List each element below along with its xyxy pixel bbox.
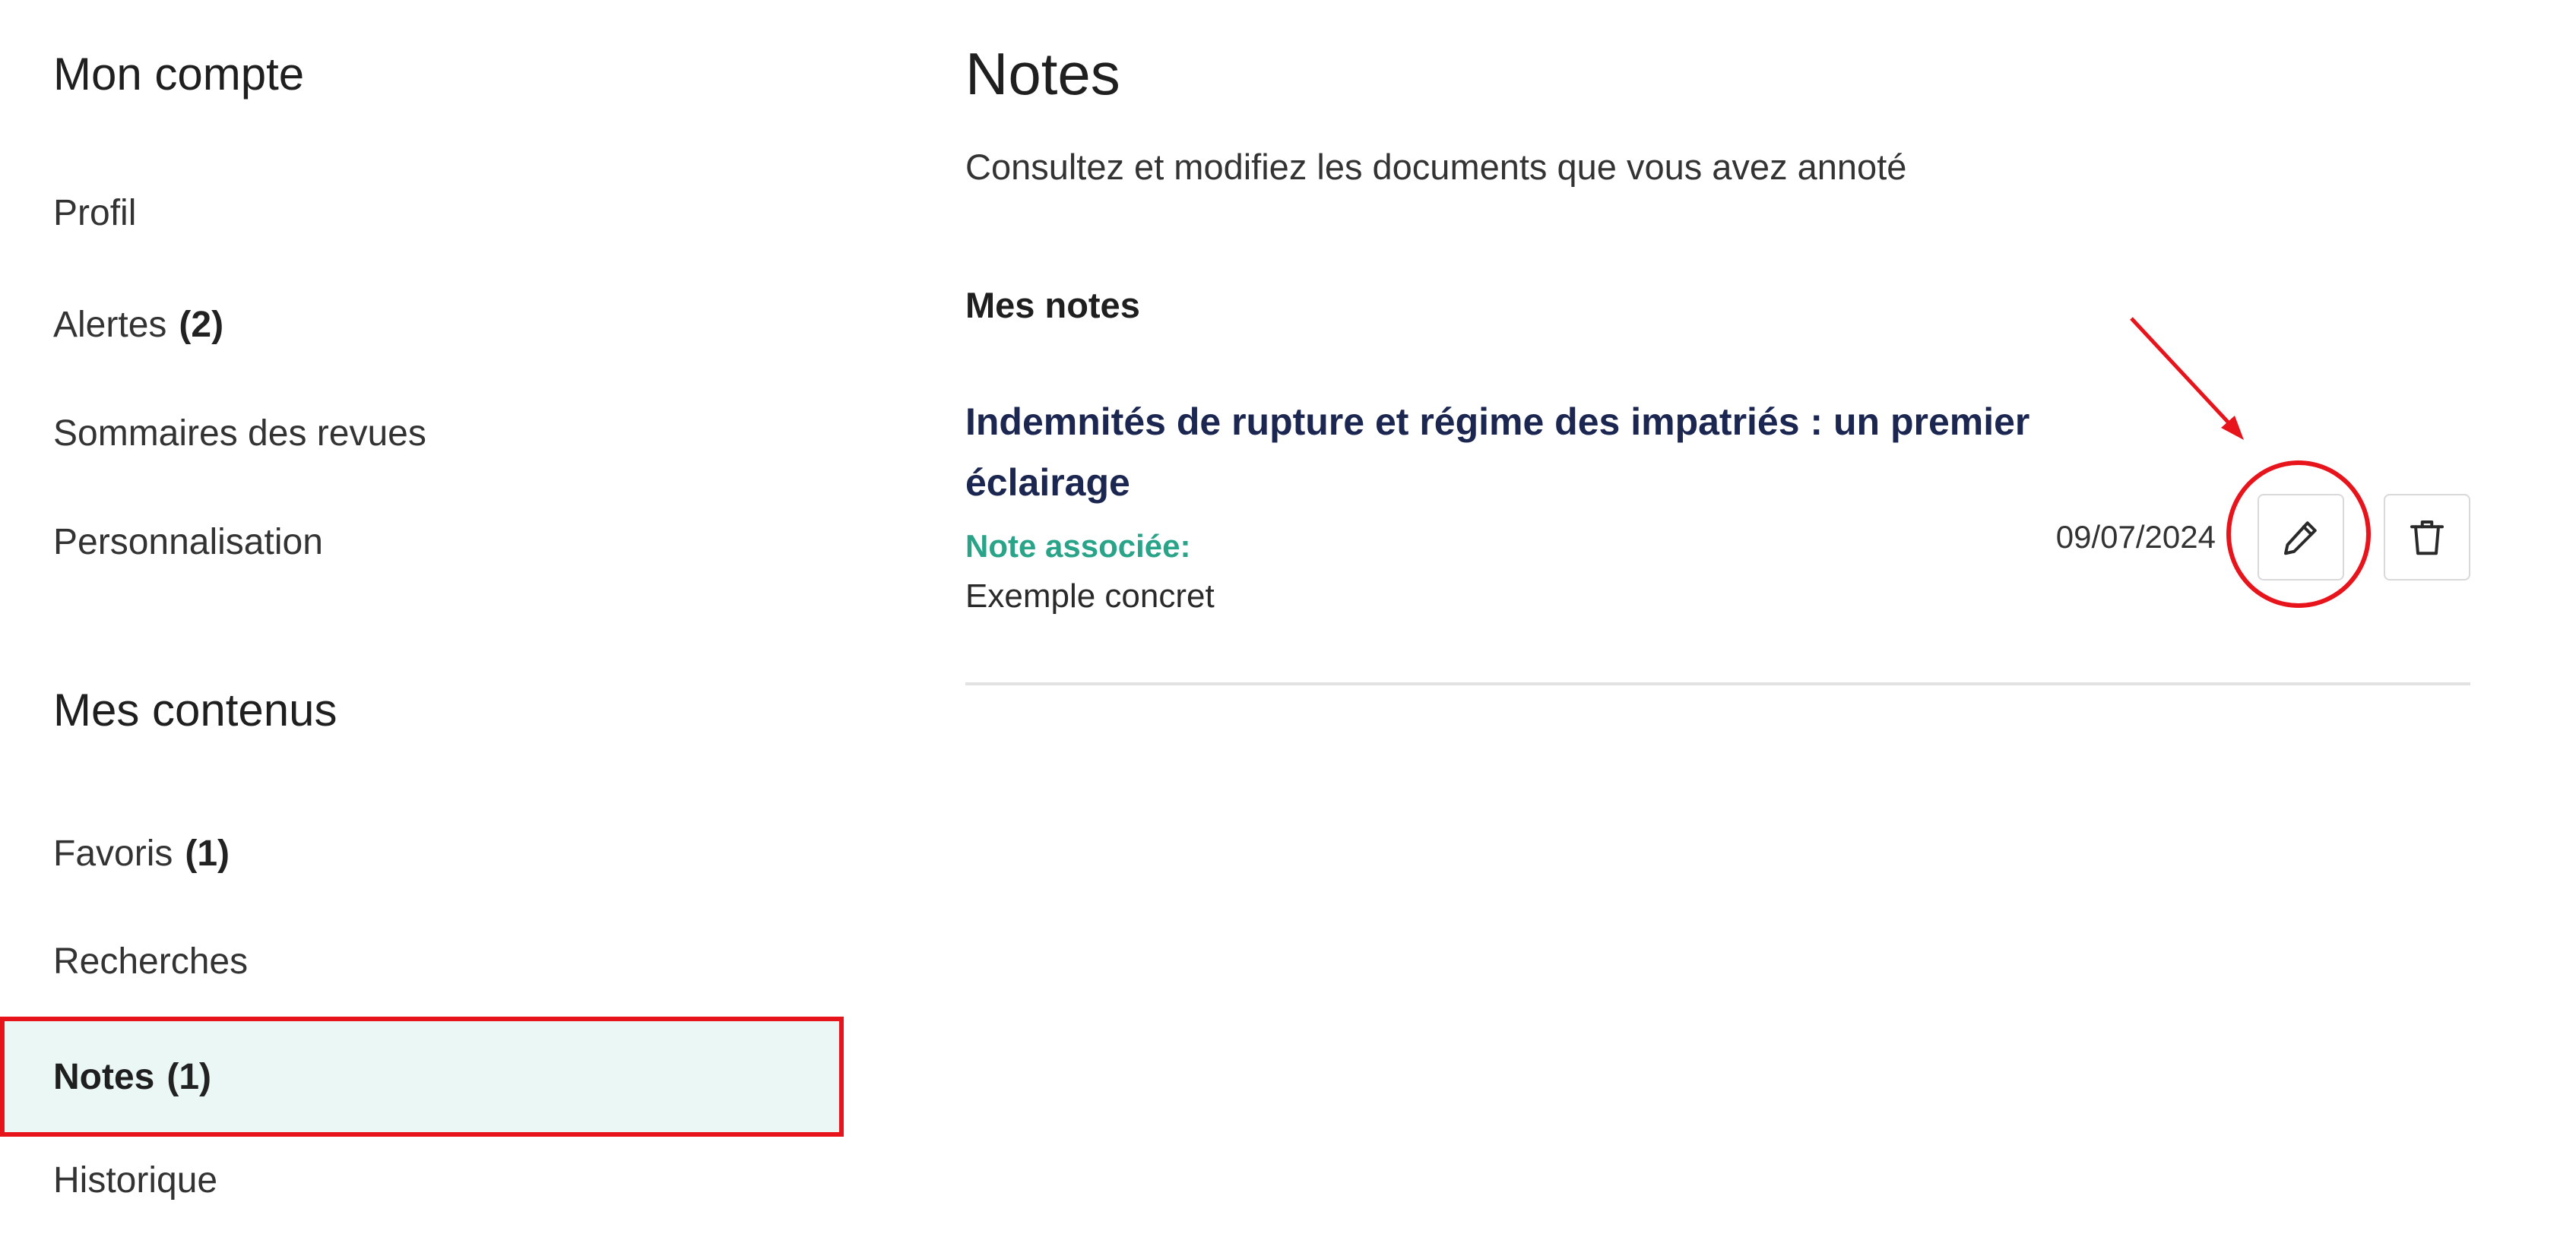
notes-section-label: Mes notes [965,285,1140,325]
account-section-title: Mon compte [53,49,305,100]
sidebar-item-label: Sommaires des revues [53,413,426,454]
note-divider [965,682,2470,685]
sidebar-item-profil[interactable]: Profil [0,156,844,270]
sidebar-item-label: Profil [53,192,137,233]
sidebar-item-favoris[interactable]: Favoris (1) [0,796,844,910]
sidebar-item-recherches[interactable]: Recherches [0,904,844,1018]
sidebar-item-historique[interactable]: Historique [0,1123,844,1237]
note-associated-label: Note associée: [965,528,1191,564]
note-row: Indemnités de rupture et régime des impa… [965,391,2470,684]
sidebar-item-alertes[interactable]: Alertes (2) [0,267,844,381]
sidebar-item-label: Historique [53,1159,218,1201]
note-date: 09/07/2024 [2055,519,2216,555]
sidebar: Mon compte Profil Alertes (2) Sommaires … [0,0,844,1209]
edit-note-button[interactable] [2258,494,2344,581]
trash-icon [2410,520,2444,555]
note-document-title-link[interactable]: Indemnités de rupture et régime des impa… [965,391,2045,513]
sidebar-item-notes[interactable]: Notes (1) [0,1017,844,1137]
page-subtitle: Consultez et modifiez les documents que … [965,147,1907,187]
content-section-title: Mes contenus [53,685,337,736]
sidebar-item-label: Personnalisation [53,521,323,562]
note-associated-text: Exemple concret [965,577,1215,615]
sidebar-item-label: Recherches [53,941,249,982]
sidebar-item-count: (1) [185,833,230,874]
sidebar-item-count: (1) [166,1056,212,1097]
main-content: Notes Consultez et modifiez les document… [965,0,2470,1209]
sidebar-item-label: Alertes [53,304,167,345]
sidebar-item-personnalisation[interactable]: Personnalisation [0,485,844,599]
pencil-icon [2284,521,2317,555]
page-title: Notes [965,40,1120,107]
sidebar-item-sommaires[interactable]: Sommaires des revues [0,376,844,490]
sidebar-item-label: Notes [53,1056,155,1097]
sidebar-item-label: Favoris [53,833,173,874]
delete-note-button[interactable] [2384,494,2470,581]
sidebar-item-count: (2) [179,304,224,345]
